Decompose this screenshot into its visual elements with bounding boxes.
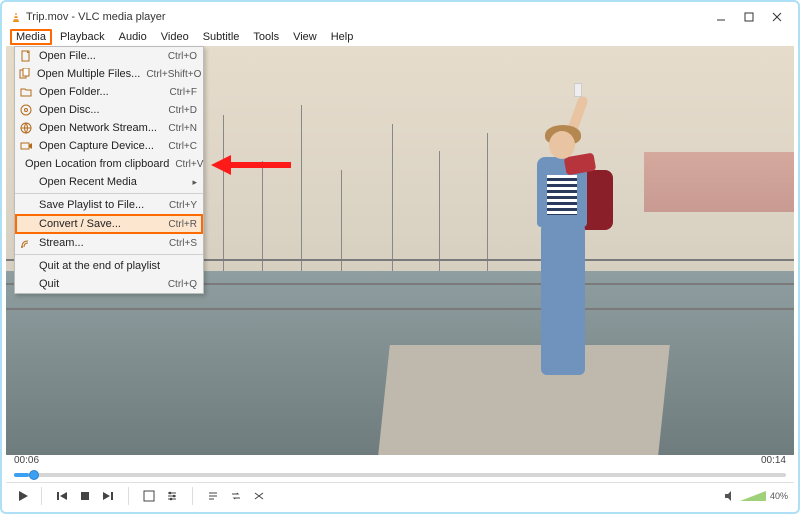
window-title: Trip.mov - VLC media player bbox=[26, 11, 166, 23]
menu-item-open-capture-device[interactable]: Open Capture Device... Ctrl+C bbox=[15, 137, 203, 155]
play-button[interactable] bbox=[12, 486, 34, 506]
menu-item-shortcut: Ctrl+F bbox=[170, 87, 198, 98]
menu-separator bbox=[15, 193, 203, 194]
annotation-arrow bbox=[211, 155, 291, 175]
volume-percent: 40% bbox=[770, 491, 788, 501]
menu-item-label: Open Capture Device... bbox=[39, 140, 162, 152]
extended-settings-button[interactable] bbox=[161, 486, 183, 506]
menu-item-shortcut: Ctrl+N bbox=[168, 123, 197, 134]
scene-person bbox=[519, 125, 609, 385]
scene-masts bbox=[164, 87, 558, 271]
folder-icon bbox=[19, 86, 33, 98]
menu-item-label: Open Network Stream... bbox=[39, 122, 162, 134]
shuffle-button[interactable] bbox=[248, 486, 270, 506]
file-icon bbox=[19, 50, 33, 62]
menu-item-shortcut: Ctrl+O bbox=[168, 51, 197, 62]
time-display: 00:06 00:14 bbox=[6, 455, 794, 468]
menu-item-stream[interactable]: Stream... Ctrl+S bbox=[15, 234, 203, 252]
seekbar[interactable] bbox=[6, 468, 794, 482]
menu-item-shortcut: Ctrl+Q bbox=[168, 279, 197, 290]
prev-button[interactable] bbox=[51, 486, 73, 506]
vlc-window: Trip.mov - VLC media player Media Playba… bbox=[6, 6, 794, 508]
menu-item-save-playlist-to-file[interactable]: Save Playlist to File... Ctrl+Y bbox=[15, 196, 203, 214]
minimize-button[interactable] bbox=[708, 8, 734, 26]
total-time: 00:14 bbox=[761, 455, 786, 466]
menu-subtitle[interactable]: Subtitle bbox=[197, 30, 246, 44]
menu-item-shortcut: Ctrl+Y bbox=[169, 200, 197, 211]
files-icon bbox=[19, 68, 31, 80]
menu-item-label: Open Location from clipboard bbox=[25, 158, 169, 170]
volume-slider[interactable] bbox=[740, 491, 766, 501]
cap-icon bbox=[19, 140, 33, 152]
menu-item-shortcut: Ctrl+R bbox=[168, 219, 197, 230]
menu-playback[interactable]: Playback bbox=[54, 30, 111, 44]
stream-icon bbox=[19, 237, 33, 249]
menu-item-label: Open File... bbox=[39, 50, 162, 62]
close-button[interactable] bbox=[764, 8, 790, 26]
menu-help[interactable]: Help bbox=[325, 30, 360, 44]
seek-thumb[interactable] bbox=[29, 470, 39, 480]
menu-item-label: Stream... bbox=[39, 237, 163, 249]
menu-item-quit[interactable]: Quit Ctrl+Q bbox=[15, 275, 203, 293]
menu-item-open-network-stream[interactable]: Open Network Stream... Ctrl+N bbox=[15, 119, 203, 137]
menu-item-label: Open Recent Media bbox=[39, 176, 197, 188]
menu-item-open-folder[interactable]: Open Folder... Ctrl+F bbox=[15, 83, 203, 101]
current-time: 00:06 bbox=[14, 455, 39, 466]
menu-item-label: Open Disc... bbox=[39, 104, 162, 116]
menu-item-shortcut: Ctrl+Shift+O bbox=[146, 69, 201, 80]
speaker-icon bbox=[724, 490, 736, 502]
menu-separator bbox=[15, 254, 203, 255]
controlbar: 40% bbox=[6, 482, 794, 508]
menu-item-label: Quit at the end of playlist bbox=[39, 260, 197, 272]
menu-item-open-file[interactable]: Open File... Ctrl+O bbox=[15, 47, 203, 65]
tutorial-frame: Trip.mov - VLC media player Media Playba… bbox=[0, 0, 800, 514]
menu-tools[interactable]: Tools bbox=[247, 30, 285, 44]
menu-item-open-location-from-clipboard[interactable]: Open Location from clipboard Ctrl+V bbox=[15, 155, 203, 173]
menu-item-label: Convert / Save... bbox=[39, 218, 162, 230]
playlist-button[interactable] bbox=[202, 486, 224, 506]
menu-item-label: Open Folder... bbox=[39, 86, 164, 98]
menu-item-label: Quit bbox=[39, 278, 162, 290]
loop-button[interactable] bbox=[225, 486, 247, 506]
menu-item-open-disc[interactable]: Open Disc... Ctrl+D bbox=[15, 101, 203, 119]
submenu-arrow-icon: ▸ bbox=[192, 177, 197, 188]
menu-item-label: Save Playlist to File... bbox=[39, 199, 163, 211]
menu-video[interactable]: Video bbox=[155, 30, 195, 44]
disc-icon bbox=[19, 104, 33, 116]
menu-item-open-multiple-files[interactable]: Open Multiple Files... Ctrl+Shift+O bbox=[15, 65, 203, 83]
menu-view[interactable]: View bbox=[287, 30, 323, 44]
menu-item-shortcut: Ctrl+S bbox=[169, 238, 197, 249]
media-menu-dropdown: Open File... Ctrl+O Open Multiple Files...… bbox=[14, 46, 204, 294]
menu-item-shortcut: Ctrl+C bbox=[168, 141, 197, 152]
vlc-cone-icon bbox=[10, 11, 22, 23]
stop-button[interactable] bbox=[74, 486, 96, 506]
menu-item-open-recent-media[interactable]: Open Recent Media▸ bbox=[15, 173, 203, 191]
menu-item-quit-at-the-end-of-playlist[interactable]: Quit at the end of playlist bbox=[15, 257, 203, 275]
net-icon bbox=[19, 122, 33, 134]
menu-item-label: Open Multiple Files... bbox=[37, 68, 140, 80]
menu-item-convert-save[interactable]: Convert / Save... Ctrl+R bbox=[15, 214, 203, 234]
menu-item-shortcut: Ctrl+D bbox=[168, 105, 197, 116]
menu-audio[interactable]: Audio bbox=[113, 30, 153, 44]
menubar: Media Playback Audio Video Subtitle Tool… bbox=[6, 28, 794, 46]
volume-control[interactable]: 40% bbox=[724, 490, 788, 502]
scene-railing bbox=[6, 308, 794, 310]
menu-item-shortcut: Ctrl+V bbox=[175, 159, 203, 170]
maximize-button[interactable] bbox=[736, 8, 762, 26]
fullscreen-button[interactable] bbox=[138, 486, 160, 506]
next-button[interactable] bbox=[97, 486, 119, 506]
scene-buildings bbox=[644, 152, 794, 212]
menu-media[interactable]: Media bbox=[10, 29, 52, 45]
titlebar: Trip.mov - VLC media player bbox=[6, 6, 794, 28]
